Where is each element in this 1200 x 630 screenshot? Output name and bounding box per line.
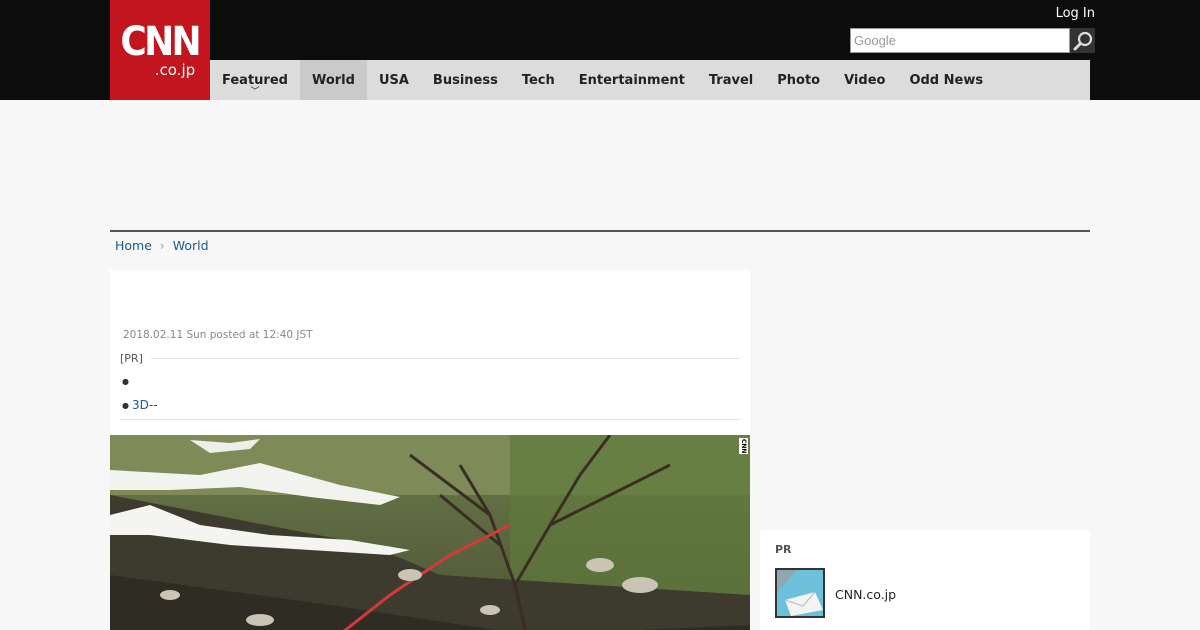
logo-mark: CNN (120, 19, 202, 65)
cnn-logo[interactable]: CNN .co.jp (110, 0, 210, 100)
pr-list: ● ● 3D-- (122, 369, 158, 417)
sidebar-pr-box: PR CNN.co.jp (760, 530, 1090, 630)
nav-item-label: Odd News (909, 72, 984, 88)
chevron-down-icon: ﹀ (250, 87, 260, 97)
nav-item-photo[interactable]: Photo (765, 60, 832, 100)
nav-item-label: Travel (708, 72, 754, 88)
sidebar-pr-title: PR (775, 543, 792, 556)
nav-item-video[interactable]: Video (832, 60, 897, 100)
bullet-icon: ● (122, 400, 129, 410)
nav-item-label: World (311, 72, 355, 88)
image-watermark: CNN (739, 438, 748, 454)
mail-icon (777, 570, 823, 616)
bullet-icon: ● (122, 376, 129, 386)
breadcrumb-home[interactable]: Home (115, 238, 152, 253)
nav-item-label: Photo (777, 72, 821, 88)
article-date: 2018.02.11 Sun posted at 12:40 JST (123, 329, 313, 341)
main-nav: Featured ﹀ World USA Business Tech Enter… (210, 60, 1090, 100)
breadcrumb-world[interactable]: World (173, 238, 209, 253)
crash-site-photo (110, 435, 750, 630)
article-card: 2018.02.11 Sun posted at 12:40 JST [PR] … (110, 270, 750, 630)
sidebar-pr-thumbnail[interactable] (775, 568, 825, 618)
chevron-right-icon: › (159, 238, 165, 253)
nav-item-entertainment[interactable]: Entertainment (567, 60, 697, 100)
nav-item-label: Business (432, 72, 498, 88)
nav-item-business[interactable]: Business (421, 60, 510, 100)
search-button[interactable] (1070, 28, 1095, 53)
breadcrumb: Home › World (115, 238, 209, 253)
pr-list-item: ● (122, 369, 158, 393)
nav-item-label: Entertainment (578, 72, 685, 88)
pr-link[interactable]: 3D-- (132, 398, 158, 412)
pr-list-item: ● 3D-- (122, 393, 158, 417)
search-icon (1073, 31, 1092, 50)
nav-item-tech[interactable]: Tech (510, 60, 567, 100)
sidebar-pr-link[interactable]: CNN.co.jp (835, 587, 896, 602)
ad-divider (110, 230, 1090, 232)
pr-label: [PR] (120, 352, 151, 365)
nav-item-odd-news[interactable]: Odd News (897, 60, 995, 100)
nav-item-travel[interactable]: Travel (697, 60, 765, 100)
nav-item-label: Video (844, 72, 886, 88)
search-input[interactable]: Google (850, 28, 1070, 53)
nav-item-world[interactable]: World (299, 60, 367, 100)
pr-links-block: [PR] ● ● 3D-- (120, 352, 740, 420)
nav-item-featured[interactable]: Featured ﹀ (210, 60, 300, 100)
article-photo: CNN (110, 435, 750, 630)
nav-item-usa[interactable]: USA (367, 60, 421, 100)
top-bar: CNN .co.jp Log In Google Featured ﹀ Worl… (0, 0, 1200, 100)
login-link[interactable]: Log In (1056, 6, 1095, 21)
nav-item-label: USA (378, 72, 409, 88)
nav-item-label: Tech (521, 72, 555, 88)
